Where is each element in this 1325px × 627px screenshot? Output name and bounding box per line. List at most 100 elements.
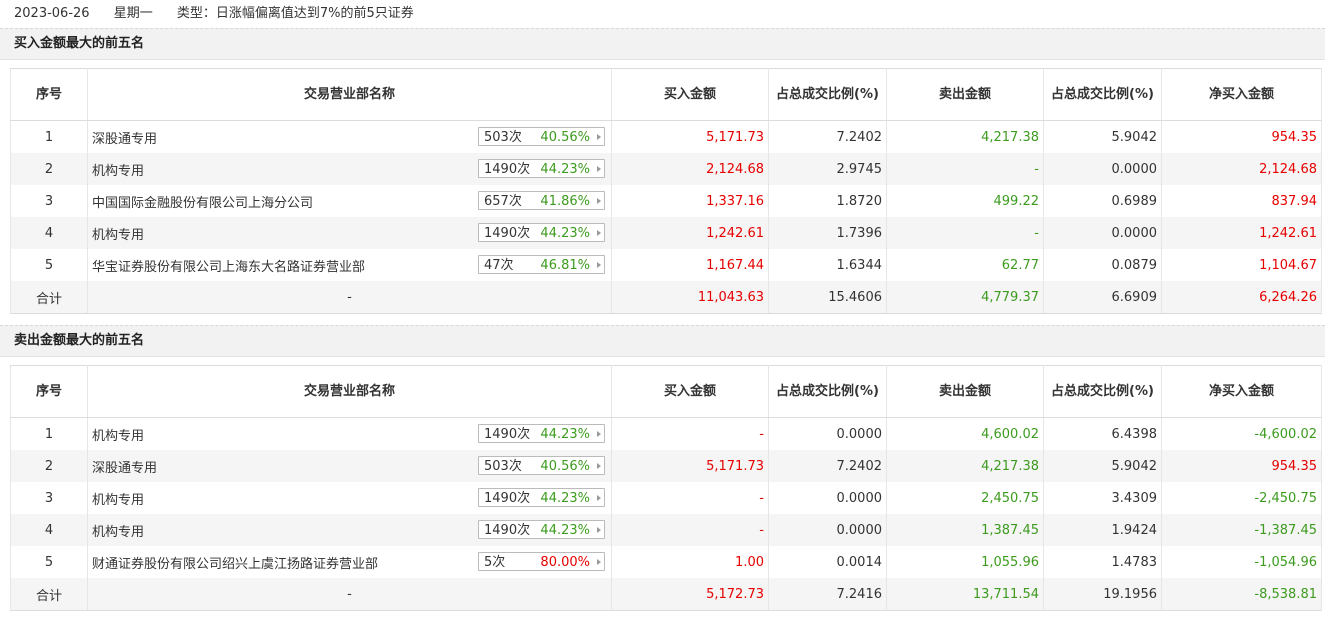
column-header[interactable]: 卖出金额 <box>886 68 1044 121</box>
branch-name[interactable]: 机构专用 <box>92 521 144 540</box>
sell-ratio: 1.9424 <box>1043 514 1162 546</box>
branch-stats-button[interactable]: 1490次 44.23% <box>478 488 605 507</box>
row-number: 3 <box>10 482 88 514</box>
buy-ratio: 1.8720 <box>768 185 887 217</box>
table-wrapper: 序号 交易营业部名称 买入金额 占总成交比例(%) 卖出金额 占总成交比例(%) 净买入金额… <box>0 365 1325 611</box>
sell-ratio: 0.0000 <box>1043 217 1162 249</box>
column-header[interactable]: 占总成交比例(%) <box>1043 365 1162 418</box>
sell-ratio: 6.4398 <box>1043 417 1162 450</box>
table-row: 1 深股通专用 503次 40.56% 5,171.73 7.2402 4,217.38 5.… <box>10 120 1322 153</box>
branch-name[interactable]: 华宝证券股份有限公司上海东大名路证券营业部 <box>92 256 365 275</box>
column-header[interactable]: 交易营业部名称 <box>87 365 612 418</box>
branch-name[interactable]: 机构专用 <box>92 489 144 508</box>
branch-cell: 机构专用 1490次 44.23% <box>87 514 612 546</box>
buy-ratio: 0.0000 <box>768 482 887 514</box>
sell-amount: 2,450.75 <box>886 482 1044 514</box>
table-row: 1 机构专用 1490次 44.23% -0.0000 4,600.02 6.4398 -4,… <box>10 417 1322 450</box>
buy-amount: 1,337.16 <box>611 185 769 217</box>
buy-ratio: 0.0000 <box>768 417 887 450</box>
column-header[interactable]: 净买入金额 <box>1161 365 1322 418</box>
net-amount: -2,450.75 <box>1161 482 1322 514</box>
win-rate: 44.23% <box>540 427 590 442</box>
table-row: 3 中国国际金融股份有限公司上海分公司 657次 41.86% 1,337.16 1.87… <box>10 185 1322 217</box>
column-header[interactable]: 占总成交比例(%) <box>768 365 887 418</box>
branch-stats-button[interactable]: 5次 80.00% <box>478 552 605 571</box>
branch-stats-button[interactable]: 1490次 44.23% <box>478 159 605 178</box>
branch-cell: 机构专用 1490次 44.23% <box>87 417 612 450</box>
branch-stats-button[interactable]: 1490次 44.23% <box>478 424 605 443</box>
list-type: 类型：日涨幅偏离值达到7%的前5只证券 <box>176 6 414 21</box>
chevron-right-icon <box>597 134 601 140</box>
win-rate: 80.00% <box>540 555 590 570</box>
branch-name[interactable]: 财通证券股份有限公司绍兴上虞江扬路证券营业部 <box>92 553 378 572</box>
total-row: 合计 -11,043.63 15.4606 4,779.37 6.6909 6,264.2… <box>10 281 1322 314</box>
buy-amount: 2,124.68 <box>611 153 769 185</box>
sell-amount: 4,217.38 <box>886 450 1044 482</box>
column-header[interactable]: 卖出金额 <box>886 365 1044 418</box>
buy-amount: 5,171.73 <box>611 120 769 153</box>
listing-count: 47次 <box>484 258 514 273</box>
chevron-right-icon <box>597 230 601 236</box>
total-net: -8,538.81 <box>1161 578 1322 611</box>
listing-count: 1490次 <box>484 523 531 538</box>
column-header[interactable]: 占总成交比例(%) <box>768 68 887 121</box>
buy-amount: - <box>611 482 769 514</box>
branch-name[interactable]: 机构专用 <box>92 425 144 444</box>
row-number: 5 <box>10 546 88 578</box>
total-label: 合计 <box>10 578 88 611</box>
listing-count: 1490次 <box>484 427 531 442</box>
branch-stats-button[interactable]: 657次 41.86% <box>478 191 605 210</box>
branch-stats-button[interactable]: 1490次 44.23% <box>478 520 605 539</box>
column-header[interactable]: 交易营业部名称 <box>87 68 612 121</box>
column-header[interactable]: 买入金额 <box>611 365 769 418</box>
branch-name[interactable]: 机构专用 <box>92 160 144 179</box>
sell-ratio: 0.0000 <box>1043 153 1162 185</box>
column-header[interactable]: 买入金额 <box>611 68 769 121</box>
branch-cell: 机构专用 1490次 44.23% <box>87 153 612 185</box>
branch-stats-button[interactable]: 47次 46.81% <box>478 255 605 274</box>
table-row: 3 机构专用 1490次 44.23% -0.0000 2,450.75 3.4309 -2,… <box>10 482 1322 514</box>
total-row: 合计 -5,172.73 7.2416 13,711.54 19.1956 -8,538.… <box>10 578 1322 611</box>
branch-cell: 深股通专用 503次 40.56% <box>87 450 612 482</box>
column-header[interactable]: 序号 <box>10 68 88 121</box>
total-buy: 5,172.73 <box>611 578 769 611</box>
row-number: 4 <box>10 514 88 546</box>
column-header[interactable]: 序号 <box>10 365 88 418</box>
branch-stats-button[interactable]: 1490次 44.23% <box>478 223 605 242</box>
sections-container: 买入金额最大的前五名 序号 交易营业部名称 买入金额 占总成交比例(%) 卖出金额 占总成交… <box>0 28 1325 611</box>
branch-stats-button[interactable]: 503次 40.56% <box>478 127 605 146</box>
listing-count: 657次 <box>484 194 522 209</box>
net-amount: 954.35 <box>1161 120 1322 153</box>
listing-count: 1490次 <box>484 491 531 506</box>
branch-stats-button[interactable]: 503次 40.56% <box>478 456 605 475</box>
weekday: 星期一 <box>113 6 153 21</box>
win-rate: 40.56% <box>540 459 590 474</box>
branch-name[interactable]: 深股通专用 <box>92 457 157 476</box>
net-amount: 837.94 <box>1161 185 1322 217</box>
sell-amount: 1,055.96 <box>886 546 1044 578</box>
total-name: - <box>87 281 612 314</box>
listing-count: 1490次 <box>484 226 531 241</box>
table-row: 5 财通证券股份有限公司绍兴上虞江扬路证券营业部 5次 80.00% 1.00 0.001… <box>10 546 1322 578</box>
total-sell: 4,779.37 <box>886 281 1044 314</box>
net-amount: 1,242.61 <box>1161 217 1322 249</box>
sell-ratio: 1.4783 <box>1043 546 1162 578</box>
listing-count: 503次 <box>484 459 522 474</box>
total-sell: 13,711.54 <box>886 578 1044 611</box>
listing-count: 1490次 <box>484 162 531 177</box>
branch-cell: 机构专用 1490次 44.23% <box>87 217 612 249</box>
branch-name[interactable]: 中国国际金融股份有限公司上海分公司 <box>92 192 313 211</box>
total-sell-ratio: 19.1956 <box>1043 578 1162 611</box>
buy-ratio: 0.0014 <box>768 546 887 578</box>
column-header[interactable]: 净买入金额 <box>1161 68 1322 121</box>
column-header[interactable]: 占总成交比例(%) <box>1043 68 1162 121</box>
branch-name[interactable]: 机构专用 <box>92 224 144 243</box>
branch-name[interactable]: 深股通专用 <box>92 128 157 147</box>
buy-amount: - <box>611 514 769 546</box>
branch-cell: 中国国际金融股份有限公司上海分公司 657次 41.86% <box>87 185 612 217</box>
buy-amount: - <box>611 417 769 450</box>
net-amount: 954.35 <box>1161 450 1322 482</box>
